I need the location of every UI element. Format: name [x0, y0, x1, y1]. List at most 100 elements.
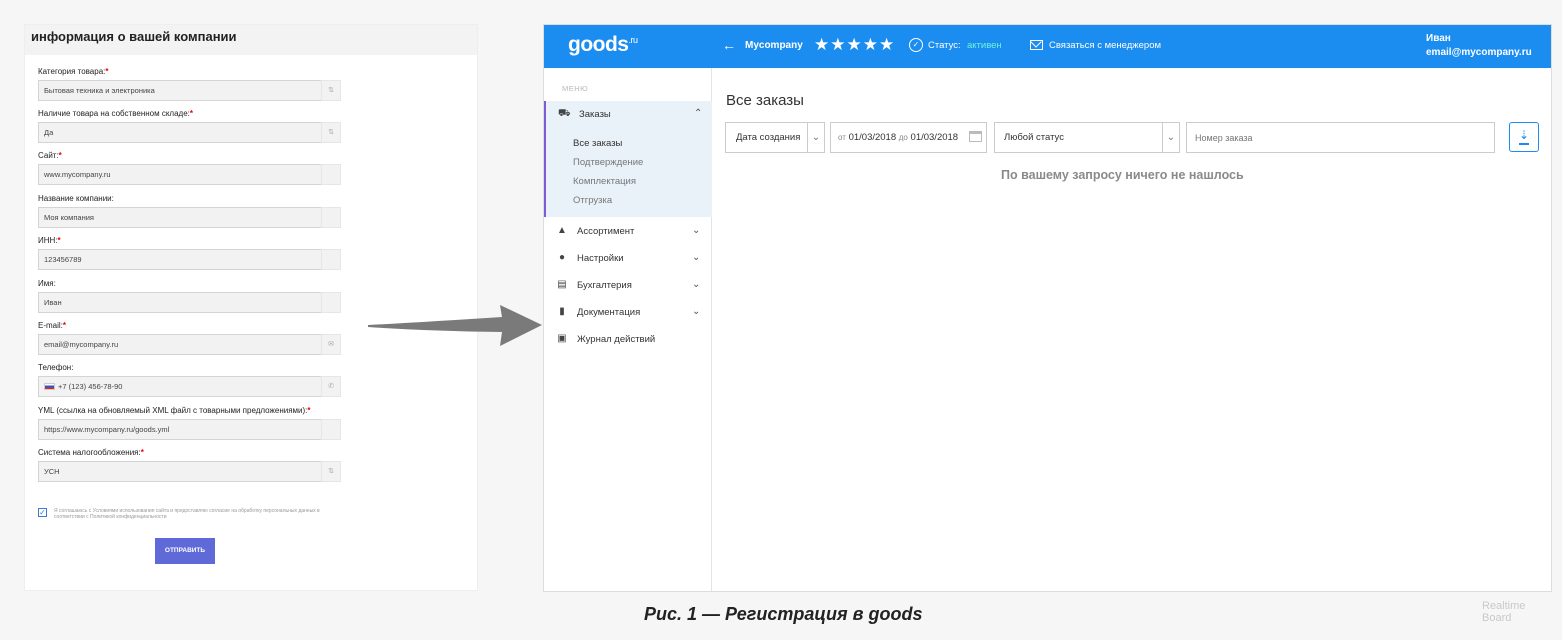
chevron-down-icon[interactable]: ⌄: [1162, 123, 1179, 152]
category-select[interactable]: Бытовая техника и электроника: [38, 80, 338, 101]
sidebar-subitem-shipping[interactable]: Отгрузка: [573, 195, 612, 206]
field-label: Телефон:: [38, 363, 74, 372]
envelope-icon[interactable]: [1030, 40, 1043, 50]
email-input[interactable]: email@mycompany.ru: [38, 334, 338, 355]
chevron-down-icon[interactable]: ⌄: [692, 306, 700, 317]
basket-icon: ▲: [557, 225, 567, 236]
consent-checkbox[interactable]: ✓: [38, 508, 47, 517]
field-addon: [321, 207, 341, 228]
field-label: ИНН:*: [38, 236, 61, 245]
goods-app-window: goods.ru ← Mycompany ★★★★★ ✓ Статус: акт…: [543, 24, 1552, 592]
site-input[interactable]: www.mycompany.ru: [38, 164, 338, 185]
orders-section: ⛟ Заказы ⌃ Все заказы Подтверждение Комп…: [544, 101, 712, 217]
field-company-name: Название компании: Моя компания: [38, 193, 341, 228]
tax-select[interactable]: УСН: [38, 461, 338, 482]
field-label: YML (ссылка на обновляемый XML файл с то…: [38, 406, 311, 415]
top-bar: goods.ru ← Mycompany ★★★★★ ✓ Статус: акт…: [544, 25, 1551, 68]
sidebar-item-settings[interactable]: ● Настройки ⌄: [544, 250, 712, 268]
chevron-down-icon[interactable]: ⌄: [692, 225, 700, 236]
back-arrow-icon[interactable]: ←: [722, 37, 736, 53]
chevron-down-icon[interactable]: ⌄: [807, 123, 824, 152]
yml-input[interactable]: https://www.mycompany.ru/goods.yml: [38, 419, 338, 440]
field-label: Название компании:: [38, 194, 114, 203]
field-addon: [321, 249, 341, 270]
field-yml: YML (ссылка на обновляемый XML файл с то…: [38, 405, 341, 440]
status-label: Статус:: [928, 40, 961, 51]
field-phone: Телефон: +7 (123) 456-78-90 ✆: [38, 362, 341, 397]
sidebar-subitem-packing[interactable]: Комплектация: [573, 176, 636, 187]
download-icon: ⇣: [1518, 128, 1530, 142]
date-range-input[interactable]: от 01/03/2018 до 01/03/2018: [830, 122, 987, 153]
field-site: Сайт:* www.mycompany.ru: [38, 150, 341, 185]
page-title: Все заказы: [726, 92, 804, 109]
phone-input[interactable]: +7 (123) 456-78-90: [38, 376, 338, 397]
sidebar-subitem-confirmation[interactable]: Подтверждение: [573, 157, 643, 168]
field-addon: [321, 419, 341, 440]
chevron-up-icon[interactable]: ⌃: [694, 108, 702, 119]
company-name[interactable]: Mycompany: [745, 40, 803, 51]
field-category: Категория товара:* Бытовая техника и эле…: [38, 66, 341, 101]
field-addon: [321, 292, 341, 313]
sidebar-item-assortment[interactable]: ▲ Ассортимент ⌄: [544, 223, 712, 241]
sort-icon[interactable]: ⇅: [321, 122, 341, 143]
field-label: Система налогообложения:*: [38, 448, 144, 457]
field-label: Категория товара:*: [38, 67, 109, 76]
user-name[interactable]: Иван: [1426, 33, 1451, 44]
sidebar-item-label: Настройки: [577, 253, 624, 264]
date-type-select[interactable]: Дата создания ⌄: [725, 122, 825, 153]
rating-stars-icon: ★★★★★: [814, 35, 896, 54]
field-stock: Наличие товара на собственном складе:* Д…: [38, 108, 341, 143]
sidebar-item-label: Бухгалтерия: [577, 280, 632, 291]
field-name: Имя: Иван: [38, 278, 341, 313]
sidebar-item-label: Документация: [577, 307, 641, 318]
chevron-down-icon[interactable]: ⌄: [692, 279, 700, 290]
menu-caption: МЕНЮ: [562, 84, 589, 93]
stock-select[interactable]: Да: [38, 122, 338, 143]
field-label: E-mail:*: [38, 321, 67, 330]
empty-results-message: По вашему запросу ничего не нашлось: [1001, 168, 1244, 182]
sort-icon[interactable]: ⇅: [321, 80, 341, 101]
sidebar-item-label: Ассортимент: [577, 226, 635, 237]
sidebar-item-label: Заказы: [579, 109, 611, 120]
file-icon: ▮: [559, 306, 565, 317]
sidebar-menu: МЕНЮ ⛟ Заказы ⌃ Все заказы Подтверждение…: [544, 68, 712, 591]
contact-manager-link[interactable]: Связаться с менеджером: [1049, 40, 1161, 51]
sidebar-item-action-log[interactable]: ▣ Журнал действий: [544, 331, 712, 349]
sidebar-item-orders[interactable]: ⛟ Заказы ⌃: [546, 106, 714, 124]
download-button[interactable]: ⇣: [1509, 122, 1539, 152]
document-icon: ▤: [557, 279, 567, 290]
form-title: информация о вашей компании: [25, 25, 477, 55]
field-inn: ИНН:* 123456789: [38, 235, 341, 270]
status-select[interactable]: Любой статус ⌄: [994, 122, 1180, 153]
company-name-input[interactable]: Моя компания: [38, 207, 338, 228]
person-icon: ●: [558, 252, 566, 263]
truck-icon: ⛟: [558, 108, 571, 119]
submit-button[interactable]: ОТПРАВИТЬ: [155, 538, 215, 564]
mail-icon: ✉: [321, 334, 341, 355]
field-label: Наличие товара на собственном складе:*: [38, 109, 193, 118]
consent-text: Я соглашаюсь с Условиями использования с…: [54, 508, 320, 520]
sidebar-item-accounting[interactable]: ▤ Бухгалтерия ⌄: [544, 277, 712, 295]
arrow-right-icon: [368, 305, 542, 346]
field-email: E-mail:* email@mycompany.ru ✉: [38, 320, 341, 355]
phone-icon: ✆: [321, 376, 341, 397]
user-email[interactable]: email@mycompany.ru: [1426, 47, 1532, 58]
realtime-board-watermark: Realtime Board: [1482, 600, 1526, 624]
russia-flag-icon[interactable]: [44, 383, 55, 390]
goods-logo[interactable]: goods.ru: [568, 33, 638, 57]
name-input[interactable]: Иван: [38, 292, 338, 313]
sidebar-item-documentation[interactable]: ▮ Документация ⌄: [544, 304, 712, 322]
status-value: активен: [967, 40, 1002, 51]
field-label: Сайт:*: [38, 151, 62, 160]
contact-card-icon: ▣: [557, 333, 567, 344]
sidebar-subitem-all-orders[interactable]: Все заказы: [573, 138, 622, 149]
calendar-icon[interactable]: [969, 131, 982, 142]
field-addon: [321, 164, 341, 185]
field-label: Имя:: [38, 279, 56, 288]
order-number-input[interactable]: [1186, 122, 1495, 153]
inn-input[interactable]: 123456789: [38, 249, 338, 270]
check-circle-icon: ✓: [909, 38, 923, 52]
sort-icon[interactable]: ⇅: [321, 461, 341, 482]
chevron-down-icon[interactable]: ⌄: [692, 252, 700, 263]
download-icon-base: [1519, 143, 1529, 145]
